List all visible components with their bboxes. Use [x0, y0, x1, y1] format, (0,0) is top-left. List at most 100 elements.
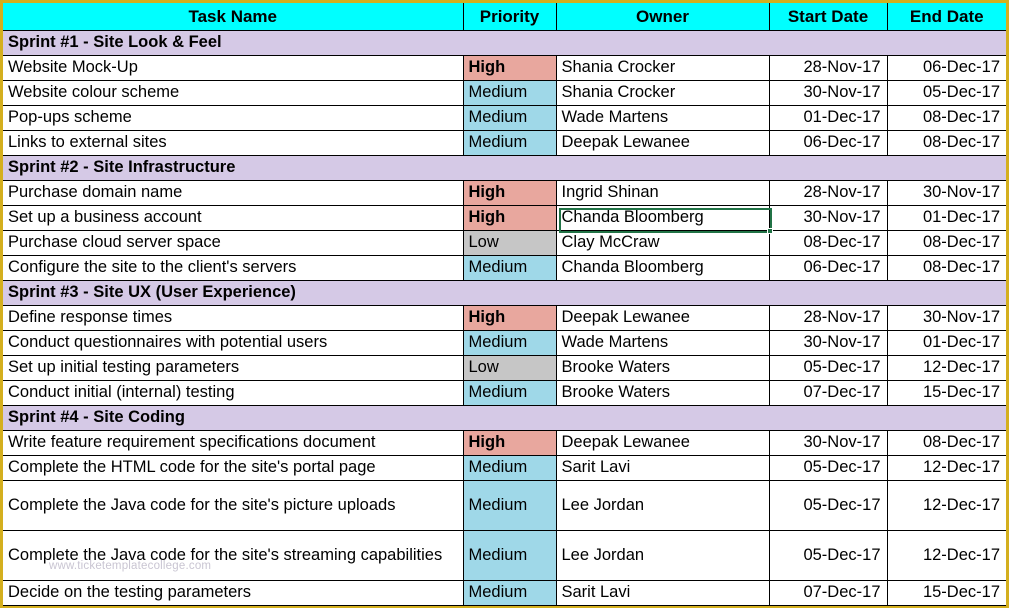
cell-task-name[interactable]: Set up initial testing parameters [3, 354, 464, 381]
cell-start-date[interactable]: 05-Dec-17 [768, 479, 888, 531]
cell-priority[interactable]: Medium [462, 79, 557, 106]
column-header-end-date[interactable]: End Date [886, 3, 1006, 31]
cell-start-date[interactable]: 06-Dec-17 [768, 129, 888, 156]
cell-start-date[interactable]: 30-Nov-17 [768, 329, 888, 356]
cell-end-date[interactable]: 05-Dec-17 [886, 79, 1006, 106]
cell-priority[interactable]: Medium [462, 454, 557, 481]
cell-priority[interactable]: Medium [462, 254, 557, 281]
cell-start-date[interactable]: 07-Dec-17 [768, 579, 888, 606]
cell-owner[interactable]: Deepak Lewanee [555, 429, 770, 456]
table-row[interactable]: Website colour scheme Medium Shania Crocke… [3, 79, 1006, 106]
cell-task-name[interactable]: Define response times [3, 304, 464, 331]
cell-priority[interactable]: High [462, 204, 557, 231]
table-row[interactable]: Set up a business account High Chanda Bloo… [3, 204, 1006, 231]
cell-task-name[interactable]: Pop-ups scheme [3, 104, 464, 131]
cell-owner[interactable]: Deepak Lewanee [555, 304, 770, 331]
cell-priority[interactable]: Medium [462, 129, 557, 156]
cell-priority[interactable]: High [462, 54, 557, 81]
table-row[interactable]: Decide on the testing parameters Medium Sa… [3, 579, 1006, 606]
cell-priority[interactable]: Medium [462, 529, 557, 581]
cell-end-date[interactable]: 08-Dec-17 [886, 229, 1006, 256]
cell-priority[interactable]: Low [462, 354, 557, 381]
cell-owner[interactable]: Lee Jordan [555, 529, 770, 581]
cell-priority[interactable]: High [462, 304, 557, 331]
cell-end-date[interactable]: 30-Nov-17 [886, 179, 1006, 206]
cell-end-date[interactable]: 08-Dec-17 [886, 129, 1006, 156]
cell-owner[interactable]: Shania Crocker [555, 54, 770, 81]
cell-start-date[interactable]: 30-Nov-17 [768, 429, 888, 456]
table-row[interactable]: Links to external sites Medium Deepak Lewa… [3, 129, 1006, 156]
sprint-section-row[interactable]: Sprint #2 - Site Infrastructure [3, 154, 1006, 181]
cell-start-date[interactable]: 07-Dec-17 [768, 379, 888, 406]
cell-task-name[interactable]: Links to external sites [3, 129, 464, 156]
cell-owner[interactable]: Sarit Lavi [555, 454, 770, 481]
table-row[interactable]: Pop-ups scheme Medium Wade Martens 01-Dec-1… [3, 104, 1006, 131]
cell-task-name[interactable]: Write feature requirement specifications… [3, 429, 464, 456]
cell-end-date[interactable]: 06-Dec-17 [886, 54, 1006, 81]
cell-end-date[interactable]: 30-Nov-17 [886, 304, 1006, 331]
cell-start-date[interactable]: 30-Nov-17 [768, 204, 888, 231]
cell-owner[interactable]: Deepak Lewanee [555, 129, 770, 156]
cell-end-date[interactable]: 12-Dec-17 [886, 529, 1006, 581]
sprint-section-row[interactable]: Sprint #4 - Site Coding [3, 404, 1006, 431]
cell-task-name[interactable]: Complete the Java code for the site's st… [3, 529, 464, 581]
cell-task-name[interactable]: Complete the Java code for the site's pi… [3, 479, 464, 531]
cell-priority[interactable]: Medium [462, 379, 557, 406]
cell-owner[interactable]: Lee Jordan [555, 479, 770, 531]
cell-priority[interactable]: Medium [462, 104, 557, 131]
cell-owner[interactable]: Wade Martens [555, 329, 770, 356]
cell-task-name[interactable]: Website colour scheme [3, 79, 464, 106]
table-row[interactable]: Conduct initial (internal) testing Medium… [3, 379, 1006, 406]
spreadsheet-sheet[interactable]: Task Name Priority Owner Start Date End … [0, 0, 1009, 608]
cell-end-date[interactable]: 15-Dec-17 [886, 579, 1006, 606]
table-row[interactable]: Configure the site to the client's serve… [3, 254, 1006, 281]
cell-task-name[interactable]: Configure the site to the client's serve… [3, 254, 464, 281]
sprint-section-row[interactable]: Sprint #3 - Site UX (User Experience) [3, 279, 1006, 306]
cell-end-date[interactable]: 12-Dec-17 [886, 354, 1006, 381]
cell-end-date[interactable]: 08-Dec-17 [886, 254, 1006, 281]
table-row[interactable]: Complete the Java code for the site's pi… [3, 479, 1006, 531]
cell-owner[interactable]: Brooke Waters [555, 379, 770, 406]
cell-priority[interactable]: Medium [462, 479, 557, 531]
cell-start-date[interactable]: 05-Dec-17 [768, 354, 888, 381]
table-row[interactable]: Purchase domain name High Ingrid Shinan 28-… [3, 179, 1006, 206]
cell-start-date[interactable]: 28-Nov-17 [768, 54, 888, 81]
cell-start-date[interactable]: 28-Nov-17 [768, 304, 888, 331]
cell-owner[interactable]: Wade Martens [555, 104, 770, 131]
table-row[interactable]: Website Mock-Up High Shania Crocker 28-Nov-… [3, 54, 1006, 81]
sprint-section-row[interactable]: Sprint #1 - Site Look & Feel [3, 29, 1006, 56]
cell-start-date[interactable]: 01-Dec-17 [768, 104, 888, 131]
cell-priority[interactable]: Medium [462, 579, 557, 606]
cell-priority[interactable]: High [462, 429, 557, 456]
column-header-priority[interactable]: Priority [462, 3, 557, 31]
cell-owner[interactable]: Sarit Lavi [555, 579, 770, 606]
table-row[interactable]: Conduct questionnaires with potential us… [3, 329, 1006, 356]
cell-end-date[interactable]: 12-Dec-17 [886, 454, 1006, 481]
column-header-start-date[interactable]: Start Date [768, 3, 888, 31]
table-row[interactable]: Write feature requirement specifications… [3, 429, 1006, 456]
cell-task-name[interactable]: Complete the HTML code for the site's po… [3, 454, 464, 481]
column-header-owner[interactable]: Owner [555, 3, 770, 31]
cell-task-name[interactable]: Set up a business account [3, 204, 464, 231]
cell-end-date[interactable]: 15-Dec-17 [886, 379, 1006, 406]
cell-task-name[interactable]: Conduct initial (internal) testing [3, 379, 464, 406]
cell-priority[interactable]: Low [462, 229, 557, 256]
cell-owner[interactable]: Brooke Waters [555, 354, 770, 381]
cell-start-date[interactable]: 28-Nov-17 [768, 179, 888, 206]
cell-task-name[interactable]: Website Mock-Up [3, 54, 464, 81]
table-row[interactable]: Complete the Java code for the site's st… [3, 529, 1006, 581]
cell-owner[interactable]: Chanda Bloomberg [555, 204, 770, 231]
cell-priority[interactable]: Medium [462, 329, 557, 356]
table-row[interactable]: Define response times High Deepak Lewanee 2… [3, 304, 1006, 331]
cell-owner[interactable]: Chanda Bloomberg [555, 254, 770, 281]
cell-start-date[interactable]: 30-Nov-17 [768, 79, 888, 106]
cell-task-name[interactable]: Decide on the testing parameters [3, 579, 464, 606]
table-row[interactable]: Complete the HTML code for the site's po… [3, 454, 1006, 481]
cell-owner[interactable]: Clay McCraw [555, 229, 770, 256]
cell-end-date[interactable]: 01-Dec-17 [886, 204, 1006, 231]
cell-task-name[interactable]: Purchase domain name [3, 179, 464, 206]
cell-task-name[interactable]: Purchase cloud server space [3, 229, 464, 256]
cell-end-date[interactable]: 08-Dec-17 [886, 429, 1006, 456]
cell-priority[interactable]: High [462, 179, 557, 206]
cell-owner[interactable]: Shania Crocker [555, 79, 770, 106]
